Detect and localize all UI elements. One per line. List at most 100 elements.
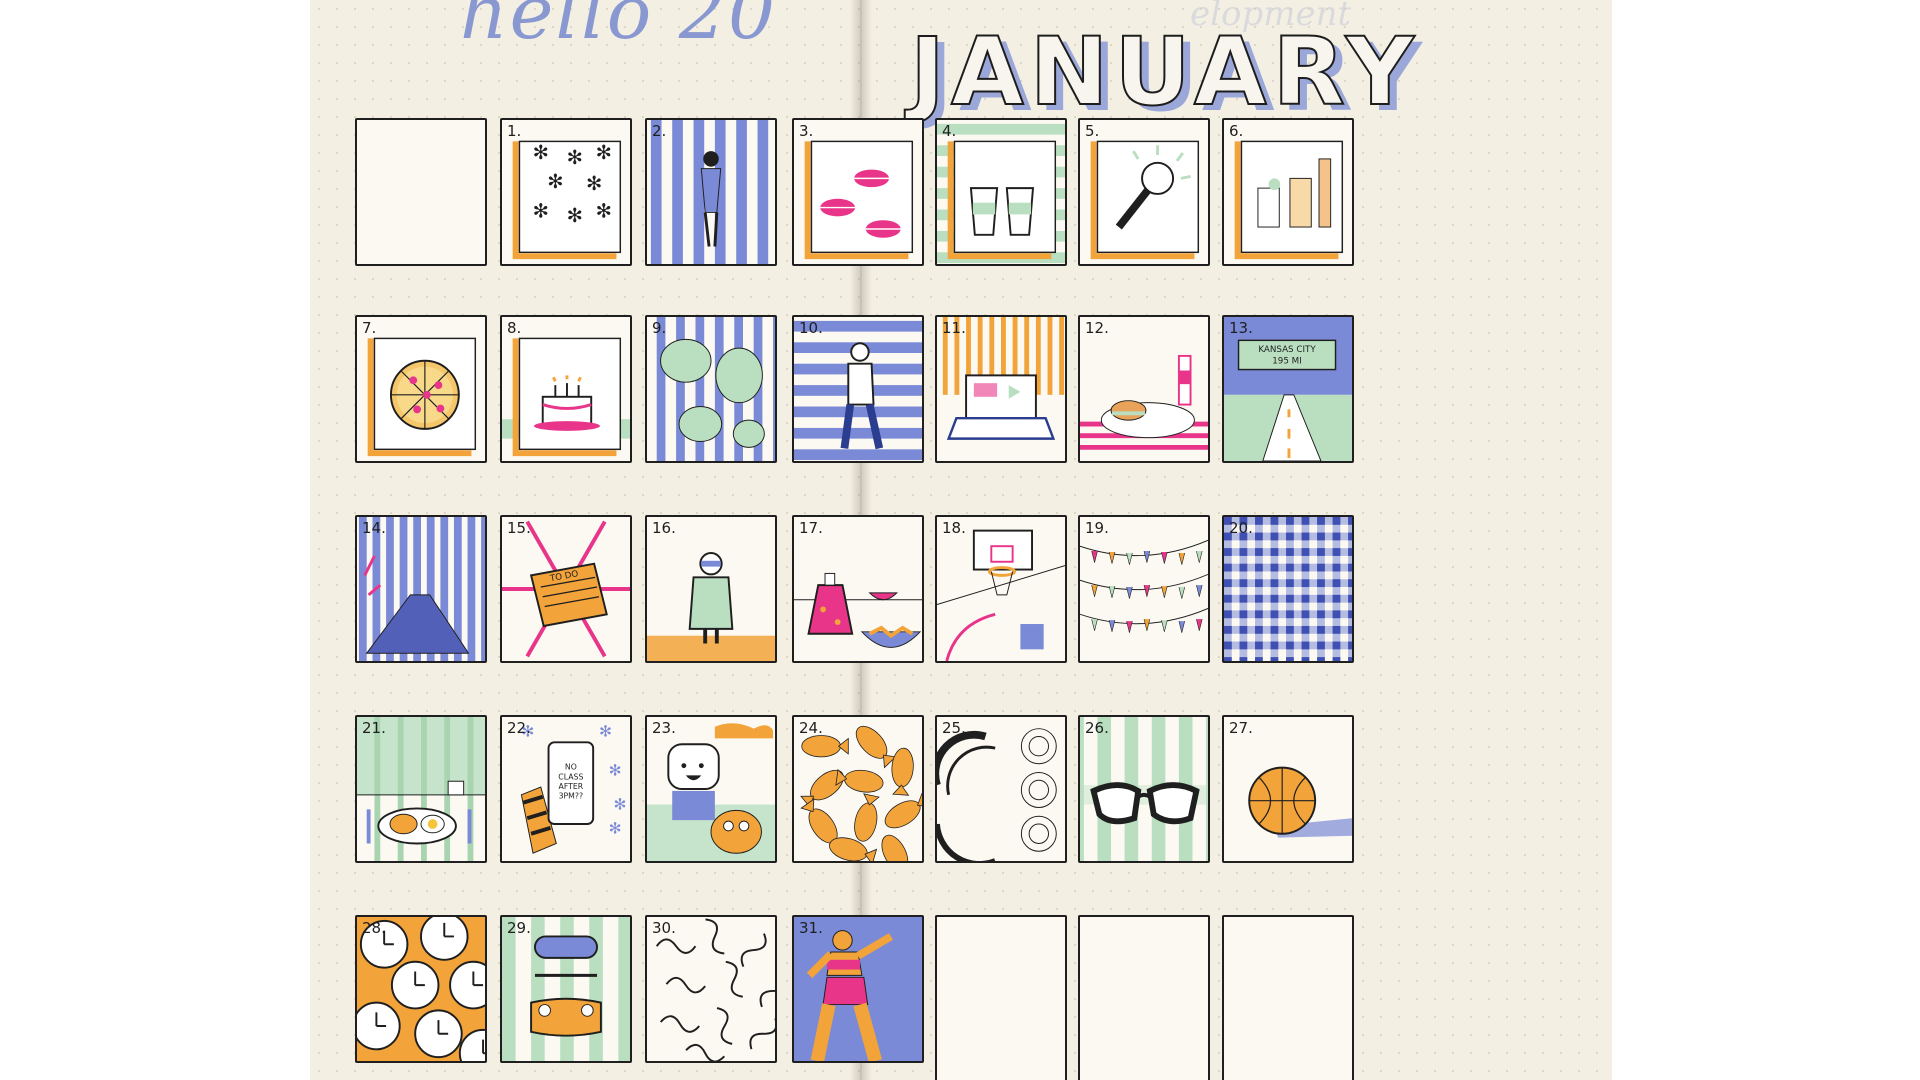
microphone-icon	[1090, 140, 1200, 260]
day-cell: 20.	[1222, 515, 1354, 663]
svg-text:✻: ✻	[599, 723, 612, 740]
road-sign-icon: KANSAS CITY 195 MI	[1224, 317, 1352, 461]
svg-text:✻: ✻	[567, 147, 583, 169]
day-number: 22.	[507, 719, 531, 737]
day-number: 12.	[1085, 319, 1109, 337]
goldfish-crackers-icon	[800, 725, 922, 861]
person-in-coat-icon	[647, 552, 775, 661]
skateboard-icon	[502, 917, 630, 1061]
day-cell: 19.	[1078, 515, 1210, 663]
day-number: 27.	[1229, 719, 1253, 737]
svg-text:✻: ✻	[609, 762, 622, 779]
walking-person-icon	[794, 320, 922, 461]
day-cell: ✻✻✻✻✻✻NOCLASSAFTER3PM??22.	[500, 715, 632, 863]
day-number: 13.	[1229, 319, 1253, 337]
month-title: JANUARY	[909, 17, 1420, 128]
day-number: 25.	[942, 719, 966, 737]
day-cell: 9.	[645, 315, 777, 463]
cartoon-characters-icon	[647, 723, 775, 861]
svg-text:✻: ✻	[567, 205, 583, 227]
day-number: 19.	[1085, 519, 1109, 537]
svg-text:✻: ✻	[596, 142, 612, 164]
burger-plate-icon	[1080, 354, 1208, 461]
day-number: 16.	[652, 519, 676, 537]
swimmer-icon	[794, 917, 922, 1061]
day-number: 31.	[799, 919, 823, 937]
day-cell: 17.	[792, 515, 924, 663]
day-cell: 21.	[355, 715, 487, 863]
day-cell: 31.	[792, 915, 924, 1063]
greeting-heading: hello 20	[460, 0, 778, 56]
day-number: 30.	[652, 919, 676, 937]
monstera-leaves-icon	[656, 317, 775, 461]
svg-text:NO: NO	[565, 763, 577, 772]
empty-day-cell	[935, 915, 1067, 1080]
svg-text:AFTER: AFTER	[559, 782, 584, 791]
day-cell: 27.	[1222, 715, 1354, 863]
basketball-icon	[1248, 766, 1352, 838]
day-cell: 10.	[792, 315, 924, 463]
day-number: 14.	[362, 519, 386, 537]
day-cell: 11.	[935, 315, 1067, 463]
day-cell: 8.	[500, 315, 632, 463]
day-cell: 6.	[1222, 118, 1354, 266]
day-number: 24.	[799, 719, 823, 737]
empty-day-cell	[1222, 915, 1354, 1080]
dress-and-bowls-icon	[794, 572, 922, 648]
drinks-icon	[1234, 140, 1344, 260]
svg-text:3PM??: 3PM??	[559, 792, 584, 801]
day-number: 8.	[507, 319, 522, 337]
todo-list-icon: TO DO	[502, 520, 630, 658]
day-cell: 24.	[792, 715, 924, 863]
day-cell: 12.	[1078, 315, 1210, 463]
day-cell: 7.	[355, 315, 487, 463]
day-number: 10.	[799, 319, 823, 337]
snowflakes-icon: ✻ ✻ ✻✻ ✻✻ ✻ ✻	[512, 140, 622, 260]
day-cell: 2.	[645, 118, 777, 266]
day-cell: 14.	[355, 515, 487, 663]
day-number: 7.	[362, 319, 377, 337]
day-cell: 30.	[645, 915, 777, 1063]
day-number: 28.	[362, 919, 386, 937]
svg-text:✻: ✻	[547, 171, 563, 193]
day-cell: 18.	[935, 515, 1067, 663]
squiggles-icon	[655, 918, 775, 1061]
bunting-icon	[1080, 539, 1208, 633]
day-number: 9.	[652, 319, 667, 337]
road-sign-text: KANSAS CITY	[1258, 345, 1316, 355]
day-number: 15.	[507, 519, 531, 537]
phone-message-icon: ✻✻✻✻✻✻NOCLASSAFTER3PM??	[520, 723, 627, 854]
svg-text:✻: ✻	[586, 173, 602, 195]
hallway-icon	[357, 517, 485, 661]
day-cell: 23.	[645, 715, 777, 863]
laptop-icon	[937, 317, 1065, 461]
day-number: 21.	[362, 719, 386, 737]
day-cell: 16.	[645, 515, 777, 663]
svg-text:✻: ✻	[614, 796, 627, 813]
day-number: 26.	[1085, 719, 1109, 737]
day-number: 11.	[942, 319, 966, 337]
empty-day-cell	[355, 118, 487, 266]
day-number: 6.	[1229, 122, 1244, 140]
day-cell: 28.	[355, 915, 487, 1063]
day-number: 1.	[507, 122, 522, 140]
birthday-cake-icon	[502, 337, 630, 457]
figure-on-stripes-icon	[650, 120, 769, 264]
day-number: 2.	[652, 122, 667, 140]
basketball-hoop-icon	[937, 529, 1065, 661]
coffee-cups-icon	[937, 123, 1065, 264]
journal-spread: hello 20 elopment JANUARY ✻ ✻ ✻ ✻ ✻ ✻ ✻ ✻ 1. 2. 3.…	[310, 0, 1612, 1080]
empty-day-cell	[1078, 915, 1210, 1080]
day-number: 4.	[942, 122, 957, 140]
gingham-icon	[1224, 517, 1352, 661]
day-cell: 29.	[500, 915, 632, 1063]
abstract-circles-icon	[937, 728, 1057, 861]
day-number: 3.	[799, 122, 814, 140]
day-number: 29.	[507, 919, 531, 937]
day-number: 20.	[1229, 519, 1253, 537]
svg-text:✻: ✻	[533, 142, 549, 164]
day-cell: 4.	[935, 118, 1067, 266]
day-cell: TO DO 15.	[500, 515, 632, 663]
breakfast-icon	[357, 717, 485, 861]
day-number: 23.	[652, 719, 676, 737]
